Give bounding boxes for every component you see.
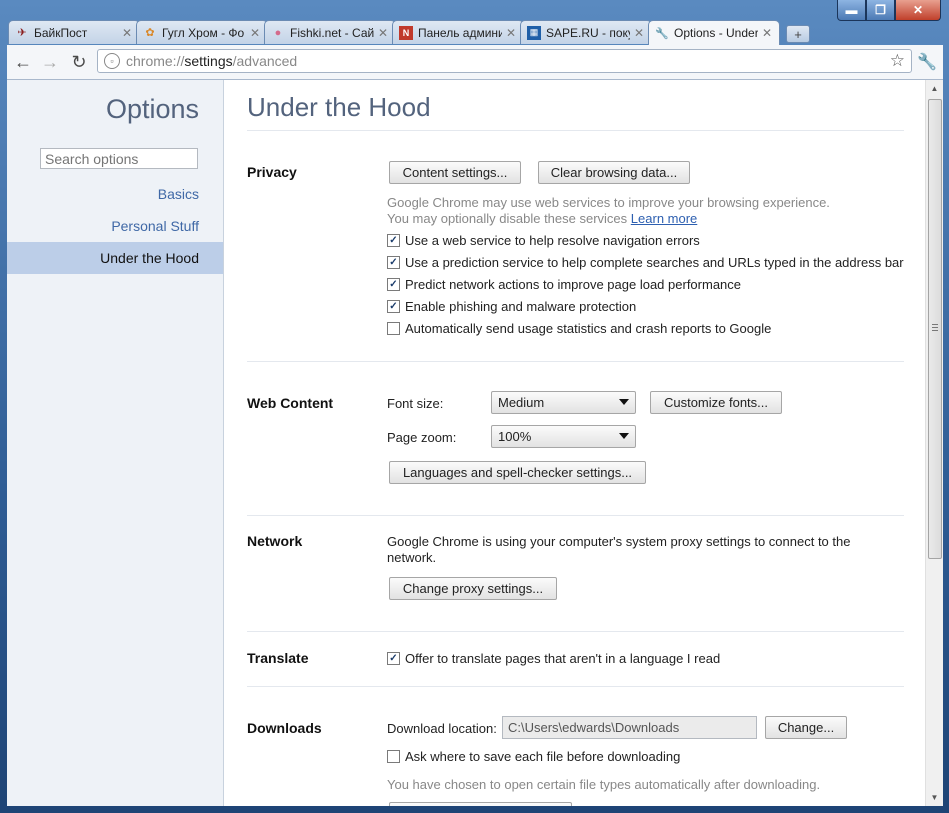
- close-tab-icon[interactable]: ✕: [121, 26, 133, 40]
- checkbox-checked-icon: ✓: [387, 300, 400, 313]
- change-download-location-button[interactable]: Change...: [765, 716, 847, 739]
- window-controls: ▬ ❐ ✕: [837, 0, 941, 21]
- forward-arrow-icon[interactable]: →: [40, 52, 60, 72]
- tab-title: SAPE.RU - покуп: [546, 25, 630, 40]
- scroll-down-arrow-icon[interactable]: ▼: [926, 789, 943, 806]
- content-settings-button[interactable]: Content settings...: [389, 161, 521, 184]
- page-title: Under the Hood: [247, 92, 431, 122]
- network-description-2: network.: [387, 550, 437, 565]
- checkbox-unchecked-icon: [387, 322, 400, 335]
- dropdown-arrow-icon: [619, 399, 629, 405]
- tab-chrome-forum[interactable]: ✿ Гугл Хром - Фо ✕: [136, 20, 268, 44]
- sidebar-title: Options: [105, 94, 199, 124]
- languages-spellcheck-button[interactable]: Languages and spell-checker settings...: [389, 461, 646, 484]
- maximize-button[interactable]: ❐: [866, 0, 895, 21]
- change-proxy-button[interactable]: Change proxy settings...: [389, 577, 557, 600]
- url-text: chrome://settings/advanced: [126, 53, 298, 69]
- browser-window: ▬ ❐ ✕ ✈ БайкПост ✕ ✿ Гугл Хром - Фо ✕ ● …: [0, 0, 949, 813]
- page-content: Options Basics Personal Stuff Under the …: [7, 80, 943, 806]
- tab-baikpost[interactable]: ✈ БайкПост ✕: [8, 20, 140, 44]
- sidebar-item-basics[interactable]: Basics: [7, 178, 223, 210]
- address-bar[interactable]: ▫ chrome://settings/advanced ☆: [97, 49, 912, 73]
- new-tab-button[interactable]: +: [786, 25, 810, 43]
- search-input[interactable]: [40, 148, 198, 169]
- checkbox-phishing-protection[interactable]: ✓ Enable phishing and malware protection: [387, 299, 636, 314]
- privacy-section-title: Privacy: [247, 164, 297, 180]
- page-zoom-select[interactable]: 100%: [491, 425, 636, 448]
- privacy-description: Google Chrome may use web services to im…: [387, 195, 830, 210]
- reload-icon[interactable]: ↻: [69, 52, 89, 72]
- reset-auto-open-button[interactable]: [389, 802, 572, 806]
- minimize-button[interactable]: ▬: [837, 0, 866, 21]
- bike-icon: ✈: [17, 27, 27, 39]
- tab-title: БайкПост: [34, 25, 88, 40]
- close-tab-icon[interactable]: ✕: [761, 26, 773, 40]
- toolbar: ← → ↻ ▫ chrome://settings/advanced ☆ 🔧: [7, 45, 943, 80]
- download-location-field: C:\Users\edwards\Downloads: [502, 716, 757, 739]
- page-zoom-label: Page zoom:: [387, 430, 457, 445]
- tab-strip: ✈ БайкПост ✕ ✿ Гугл Хром - Фо ✕ ● Fishki…: [8, 20, 810, 45]
- wrench-icon: 🔧: [655, 27, 669, 40]
- divider: [247, 361, 904, 362]
- checkbox-offer-translate[interactable]: ✓ Offer to translate pages that aren't in…: [387, 651, 720, 666]
- checkbox-checked-icon: ✓: [387, 234, 400, 247]
- learn-more-link[interactable]: Learn more: [631, 211, 697, 226]
- tab-sape[interactable]: ▦ SAPE.RU - покуп ✕: [520, 20, 652, 44]
- divider: [247, 631, 904, 632]
- tab-admin-panel[interactable]: N Панель админи ✕: [392, 20, 524, 44]
- close-tab-icon[interactable]: ✕: [377, 26, 389, 40]
- back-arrow-icon[interactable]: ←: [13, 52, 33, 72]
- auto-open-note: You have chosen to open certain file typ…: [387, 777, 821, 792]
- sape-icon: ▦: [527, 25, 541, 40]
- scroll-up-arrow-icon[interactable]: ▲: [926, 80, 943, 97]
- bookmark-star-icon[interactable]: ☆: [890, 51, 905, 71]
- chrome-icon: ✿: [145, 27, 155, 39]
- close-tab-icon[interactable]: ✕: [633, 26, 645, 40]
- divider: [247, 130, 904, 131]
- privacy-description-2: You may optionally disable these service…: [387, 211, 698, 226]
- tab-fishki[interactable]: ● Fishki.net - Сай ✕: [264, 20, 396, 44]
- sidebar: Options Basics Personal Stuff Under the …: [7, 80, 224, 806]
- page-icon: ▫: [104, 53, 120, 69]
- sidebar-item-personal-stuff[interactable]: Personal Stuff: [7, 210, 223, 242]
- font-size-label: Font size:: [387, 396, 444, 411]
- divider: [247, 515, 904, 516]
- checkbox-checked-icon: ✓: [387, 256, 400, 269]
- download-location-label: Download location:: [387, 721, 497, 736]
- wrench-menu-icon[interactable]: 🔧: [917, 52, 937, 72]
- dropdown-arrow-icon: [619, 433, 629, 439]
- close-tab-icon[interactable]: ✕: [505, 26, 517, 40]
- clear-browsing-data-button[interactable]: Clear browsing data...: [538, 161, 690, 184]
- divider: [247, 686, 904, 687]
- tab-title: Гугл Хром - Фо: [162, 25, 245, 40]
- checkbox-ask-where-to-save[interactable]: Ask where to save each file before downl…: [387, 749, 680, 764]
- customize-fonts-button[interactable]: Customize fonts...: [650, 391, 782, 414]
- tab-title: Панель админи: [418, 25, 502, 40]
- checkbox-checked-icon: ✓: [387, 278, 400, 291]
- sidebar-item-under-the-hood[interactable]: Under the Hood: [7, 242, 223, 274]
- close-window-button[interactable]: ✕: [895, 0, 941, 21]
- scrollbar-thumb[interactable]: [928, 99, 942, 559]
- vertical-scrollbar[interactable]: ▲ ▼: [925, 80, 943, 806]
- checkbox-checked-icon: ✓: [387, 652, 400, 665]
- close-tab-icon[interactable]: ✕: [249, 26, 261, 40]
- checkbox-unchecked-icon: [387, 750, 400, 763]
- downloads-section-title: Downloads: [247, 720, 322, 736]
- checkbox-prediction-service[interactable]: ✓ Use a prediction service to help comple…: [387, 255, 904, 270]
- tab-title: Fishki.net - Сай: [290, 25, 374, 40]
- tab-options[interactable]: 🔧 Options - Under ✕: [648, 20, 780, 45]
- admin-icon: N: [399, 25, 413, 40]
- font-size-select[interactable]: Medium: [491, 391, 636, 414]
- web-content-section-title: Web Content: [247, 395, 334, 411]
- checkbox-predict-network[interactable]: ✓ Predict network actions to improve page…: [387, 277, 741, 292]
- checkbox-usage-statistics[interactable]: Automatically send usage statistics and …: [387, 321, 771, 336]
- grip-icon: [932, 324, 938, 331]
- translate-section-title: Translate: [247, 650, 309, 666]
- pig-icon: ●: [274, 26, 282, 39]
- tab-title: Options - Under: [674, 26, 758, 40]
- network-section-title: Network: [247, 533, 303, 549]
- checkbox-navigation-errors[interactable]: ✓ Use a web service to help resolve navig…: [387, 233, 700, 248]
- network-description: Google Chrome is using your computer's s…: [387, 534, 851, 549]
